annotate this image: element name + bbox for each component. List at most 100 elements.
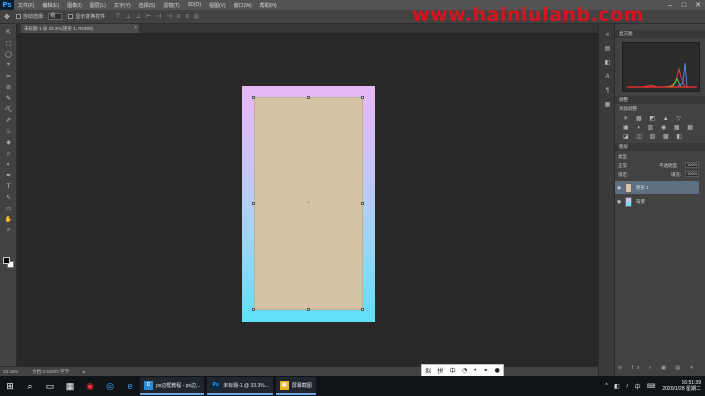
auto-select-dropdown[interactable]: 组 <box>48 13 63 20</box>
menu-edit[interactable]: 编辑(E) <box>38 2 63 9</box>
adjustments-tab[interactable]: 调整 <box>615 96 705 104</box>
input-language-icon[interactable]: 中 <box>635 382 641 391</box>
menu-filter[interactable]: 滤镜(T) <box>159 2 183 9</box>
clone-stamp-tool[interactable]: ✐ <box>3 116 14 125</box>
layers-footer-icons[interactable]: ⊝ fx ◐ ▣ ▤ ✕ <box>618 365 698 371</box>
browser-icon[interactable]: ◎ <box>100 376 120 396</box>
marquee-tool[interactable]: ⬚ <box>3 39 14 48</box>
maximize-button[interactable]: □ <box>677 0 691 10</box>
menu-3d[interactable]: 3D(D) <box>184 2 205 8</box>
brush-tool[interactable]: ⛏ <box>3 105 14 114</box>
clock[interactable]: 16:51:39 2020/1/28 星期二 <box>662 380 701 392</box>
transform-center-icon[interactable]: + <box>307 201 310 206</box>
minimize-button[interactable]: – <box>663 0 677 10</box>
distribute-h-icon[interactable]: ≡ <box>185 14 189 20</box>
visibility-eye-icon[interactable]: ◉ <box>615 185 623 191</box>
auto-select-checkbox[interactable] <box>15 14 21 19</box>
task-view-icon[interactable]: ▭ <box>40 376 60 396</box>
layer-row-background[interactable]: ◉ 背景 <box>615 195 699 208</box>
layer-name[interactable]: 矩形 1 <box>636 185 649 191</box>
ime-chinese-toggle[interactable]: 中 <box>450 366 456 375</box>
tray-expand-icon[interactable]: ^ <box>605 383 608 389</box>
keyboard-icon[interactable]: ⌨ <box>647 383 656 390</box>
transform-handle-b[interactable] <box>307 308 310 311</box>
taskbar-app-browser[interactable]: C ps边框教程 - ps边... <box>140 377 205 395</box>
ime-moon-icon[interactable]: ◔ <box>462 367 467 374</box>
align-bottom-icon[interactable]: ⊥ <box>136 13 141 20</box>
menu-file[interactable]: 文件(F) <box>14 2 38 9</box>
app-red-icon[interactable]: ◉ <box>80 376 100 396</box>
menu-layer[interactable]: 图层(L) <box>86 2 110 9</box>
gradient-tool[interactable]: ⌂ <box>3 149 14 158</box>
type-tool[interactable]: T <box>3 182 14 191</box>
ime-punct-icon[interactable]: • <box>473 367 477 374</box>
foreground-color-swatch[interactable] <box>3 257 10 264</box>
adjustment-icons-row-3[interactable]: ◪ ◫ ▨ ▩ ◧ <box>623 133 685 140</box>
transform-handle-r[interactable] <box>361 202 364 205</box>
align-center-icon[interactable]: ⊣ <box>156 13 161 20</box>
crop-tool[interactable]: ✂ <box>3 72 14 81</box>
dodge-tool[interactable]: ◐ <box>3 160 14 169</box>
healing-tool[interactable]: ✎ <box>3 94 14 103</box>
zoom-tool[interactable]: ⌕ <box>3 226 14 235</box>
layer-kind-filter[interactable]: 类型 <box>618 154 627 160</box>
distribute-icon[interactable]: ≡ <box>177 14 181 20</box>
move-tool[interactable]: ⇱ <box>3 28 14 37</box>
pen-tool[interactable]: ✒ <box>3 171 14 180</box>
menu-help[interactable]: 帮助(H) <box>256 2 281 9</box>
align-top-icon[interactable]: ⊤ <box>115 13 120 20</box>
taskbar-app-photoshop[interactable]: Ps 未标题-1 @ 33.3%... <box>207 377 273 395</box>
blend-mode-dropdown[interactable]: 正常 <box>618 163 627 169</box>
status-arrow-icon[interactable]: ▸ <box>83 369 85 375</box>
transform-handle-bl[interactable] <box>252 308 255 311</box>
history-panel-icon[interactable]: ▤ <box>603 44 612 53</box>
zoom-level[interactable]: 33.33% <box>3 369 18 374</box>
ime-mode-icon[interactable]: 拟 <box>425 366 431 375</box>
menu-view[interactable]: 视图(V) <box>205 2 230 9</box>
document-tab[interactable]: 未标题-1 @ 33.3%(矩形 1, RGB/8) × <box>21 24 139 33</box>
3d-mode-icon[interactable]: ◎ <box>194 13 199 20</box>
network-icon[interactable]: ◧ <box>614 383 620 390</box>
ime-skin-icon[interactable]: ⚭ <box>483 367 488 374</box>
transform-handle-br[interactable] <box>361 308 364 311</box>
hand-tool[interactable]: ✋ <box>3 215 14 224</box>
swatches-panel-icon[interactable]: ▦ <box>603 100 612 109</box>
character-panel-icon[interactable]: A <box>603 72 612 81</box>
align-left-icon[interactable]: ⊢ <box>146 13 151 20</box>
visibility-eye-icon[interactable]: ◉ <box>615 199 623 205</box>
transform-handle-t[interactable] <box>307 96 310 99</box>
search-icon[interactable]: ⌕ <box>20 376 40 396</box>
properties-panel-icon[interactable]: ◧ <box>603 58 612 67</box>
start-button[interactable]: ⊞ <box>0 376 20 396</box>
adjustment-icons-row-1[interactable]: ☀ ▦ ◩ ▲ ▽ <box>623 115 684 122</box>
close-window-button[interactable]: ✕ <box>691 0 705 10</box>
ie-icon[interactable]: e <box>120 376 140 396</box>
path-select-tool[interactable]: ↖ <box>3 193 14 202</box>
eyedropper-tool[interactable]: ⊘ <box>3 83 14 92</box>
menu-image[interactable]: 图像(I) <box>63 2 86 9</box>
layers-tab[interactable]: 图层 <box>615 143 705 151</box>
transform-handle-tr[interactable] <box>361 96 364 99</box>
adjustment-icons-row-2[interactable]: ▣ ◑ ▥ ◉ ▦ ▦ <box>623 124 696 131</box>
ime-pinyin-icon[interactable]: 拼 <box>437 366 443 375</box>
align-middle-icon[interactable]: ⊥ <box>126 13 131 20</box>
taskbar-app-screenshots[interactable]: ▤ 屏幕截图 <box>275 377 316 395</box>
ime-settings-icon[interactable]: ● <box>495 367 500 374</box>
lasso-tool[interactable]: ◯ <box>3 50 14 59</box>
collapse-panels-icon[interactable]: « <box>603 30 612 39</box>
histogram-tab[interactable]: 直方图 <box>615 30 705 38</box>
menu-select[interactable]: 选择(S) <box>135 2 160 9</box>
menu-window[interactable]: 窗口(W) <box>230 2 256 9</box>
history-brush-tool[interactable]: ♧ <box>3 127 14 136</box>
volume-icon[interactable]: ♪ <box>626 383 629 389</box>
align-right-icon[interactable]: ⊣ <box>166 13 171 20</box>
layer-name[interactable]: 背景 <box>636 199 645 205</box>
menu-type[interactable]: 文字(Y) <box>110 2 135 9</box>
quick-select-tool[interactable]: ⌖ <box>3 61 14 70</box>
show-transform-checkbox[interactable] <box>68 14 74 19</box>
fill-input[interactable]: 100% <box>685 171 699 177</box>
tab-close-icon[interactable]: × <box>134 24 137 33</box>
file-explorer-icon[interactable]: ▦ <box>60 376 80 396</box>
layer-row-rectangle[interactable]: ◉ 矩形 1 <box>615 181 699 194</box>
transform-handle-tl[interactable] <box>252 96 255 99</box>
